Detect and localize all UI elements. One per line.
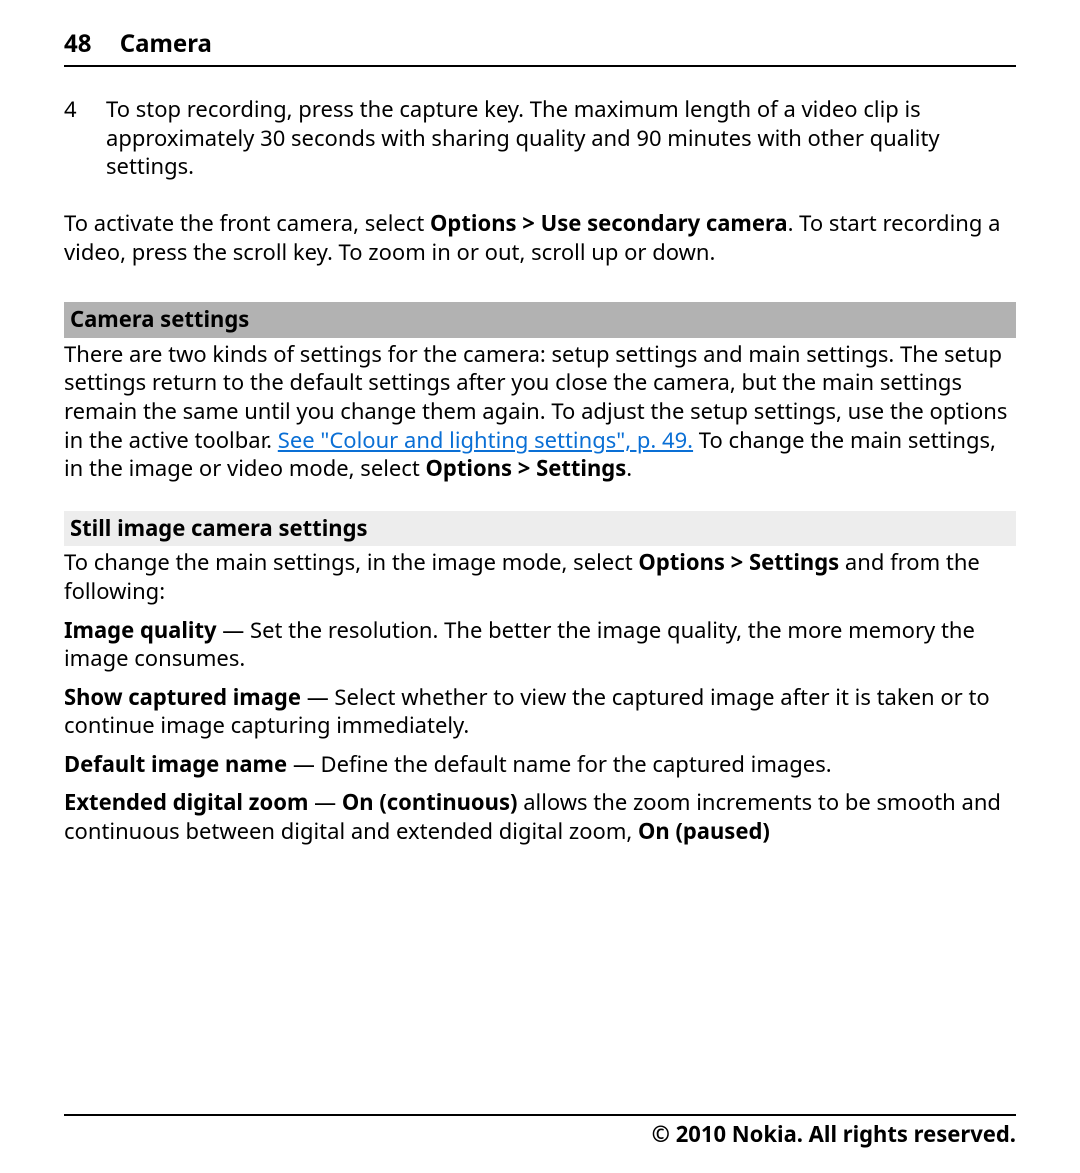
chapter-title: Camera: [120, 27, 212, 60]
front-camera-paragraph: To activate the front camera, select Opt…: [64, 209, 1016, 266]
page-header: 48 Camera: [64, 28, 1016, 67]
term: Image quality: [64, 615, 222, 645]
option-value: On (paused): [638, 816, 770, 846]
definition-image-quality: Image quality — Set the resolution. The …: [64, 616, 1016, 673]
copyright-text: © 2010 Nokia. All rights reserved.: [652, 1119, 1016, 1149]
page-number: 48: [64, 27, 91, 60]
manual-page: 48 Camera 4 To stop recording, press the…: [0, 0, 1080, 1173]
text: To activate the front camera, select: [64, 208, 430, 238]
option-value: On (continuous): [342, 787, 518, 817]
section-heading-still-image: Still image camera settings: [64, 511, 1016, 547]
definition-show-captured-image: Show captured image — Select whether to …: [64, 683, 1016, 740]
step-text: To stop recording, press the capture key…: [106, 95, 1016, 181]
text: To change the main settings, in the imag…: [64, 547, 638, 577]
cross-reference-link[interactable]: See "Colour and lighting settings", p. 4…: [278, 425, 693, 455]
term: Show captured image: [64, 682, 307, 712]
menu-path: Options > Use secondary camera: [430, 208, 788, 238]
still-image-intro: To change the main settings, in the imag…: [64, 548, 1016, 605]
description: — Define the default name for the captur…: [293, 749, 832, 779]
step-number: 4: [64, 95, 106, 181]
term: Extended digital zoom: [64, 787, 314, 817]
text: —: [314, 787, 342, 817]
section-heading-camera-settings: Camera settings: [64, 302, 1016, 338]
menu-path: Options > Settings: [638, 547, 839, 577]
definition-extended-digital-zoom: Extended digital zoom — On (continuous) …: [64, 788, 1016, 845]
text: .: [626, 453, 632, 483]
camera-settings-paragraph: There are two kinds of settings for the …: [64, 340, 1016, 483]
page-content: 4 To stop recording, press the capture k…: [64, 95, 1016, 1114]
page-footer: © 2010 Nokia. All rights reserved.: [64, 1114, 1016, 1149]
step-item: 4 To stop recording, press the capture k…: [64, 95, 1016, 181]
definition-default-image-name: Default image name — Define the default …: [64, 750, 1016, 779]
menu-path: Options > Settings: [426, 453, 627, 483]
term: Default image name: [64, 749, 293, 779]
